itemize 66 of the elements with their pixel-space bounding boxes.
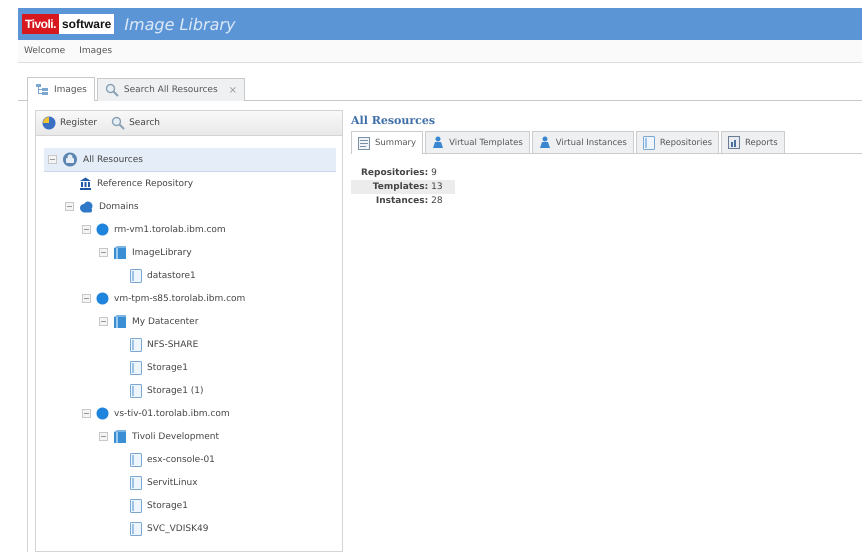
search-icon <box>104 83 119 97</box>
field-label: Instances: <box>374 195 430 208</box>
tab[interactable]: Search All Resources × <box>96 78 246 101</box>
collapse-toggle[interactable] <box>99 317 108 326</box>
toolbar-button[interactable]: Search <box>111 116 160 130</box>
tree-item[interactable]: ImageLibrary <box>95 241 336 264</box>
tree-item[interactable]: rm-vm1.torolab.ibm.com <box>78 218 336 241</box>
tree-item[interactable]: SVC_VDISK49 <box>112 517 336 540</box>
storage-icon <box>130 360 142 374</box>
cube-icon <box>113 246 127 260</box>
storage-icon <box>130 452 142 466</box>
tree-item[interactable]: My Datacenter <box>95 310 336 333</box>
tree-item[interactable]: esx-console-01 <box>112 448 336 471</box>
field-value: 28 <box>431 195 444 208</box>
tree-item[interactable]: Tivoli Development <box>95 425 336 448</box>
tree-item[interactable]: Reference Repository <box>61 172 336 195</box>
storage-icon <box>130 338 142 352</box>
tree-item[interactable]: NFS-SHARE <box>112 333 336 356</box>
tree-item[interactable]: ServitLinux <box>112 471 336 494</box>
collapse-toggle[interactable] <box>82 294 91 303</box>
tab[interactable]: Repositories <box>636 131 720 153</box>
field-label: Repositories: <box>360 167 430 180</box>
tree-item[interactable]: Storage1 (1) <box>112 379 336 402</box>
tab[interactable]: Images <box>27 77 95 101</box>
storage-icon <box>130 268 142 282</box>
tab[interactable]: Reports <box>721 131 785 153</box>
collapse-toggle[interactable] <box>65 202 74 211</box>
tab[interactable]: Virtual Templates <box>425 131 530 153</box>
tab[interactable]: Virtual Instances <box>532 131 634 153</box>
tree-item[interactable]: All Resources <box>44 148 336 172</box>
search-icon <box>111 116 126 130</box>
tree-item[interactable]: Storage1 <box>112 494 336 517</box>
storage-icon <box>130 522 142 536</box>
storage-icon <box>642 136 655 150</box>
field-label: Templates: <box>351 180 432 194</box>
brand-logo-text: software <box>58 14 114 34</box>
tree-item[interactable]: vs-tiv-01.torolab.ibm.com <box>78 402 336 425</box>
collapse-toggle[interactable] <box>82 409 91 418</box>
cube-icon <box>113 430 127 444</box>
panel-title: All Resources <box>351 114 436 127</box>
storage-icon <box>130 498 142 512</box>
collapse-toggle[interactable] <box>99 432 108 441</box>
tree-item[interactable]: datastore1 <box>112 264 336 287</box>
tab[interactable]: Summary <box>351 131 424 154</box>
collapse-toggle[interactable] <box>99 248 108 257</box>
storage-icon <box>130 476 142 490</box>
app-title: Image Library <box>124 14 236 34</box>
chart-icon <box>728 136 740 149</box>
collapse-toggle[interactable] <box>48 155 57 164</box>
brand-logo-text: Tivoli. <box>22 14 59 34</box>
storage-icon <box>130 384 142 398</box>
document-icon <box>358 136 370 150</box>
tree-item[interactable]: Domains <box>61 195 336 218</box>
tree-item[interactable]: Storage1 <box>112 356 336 379</box>
nav-link[interactable]: Images <box>79 46 112 56</box>
cube-icon <box>113 314 127 328</box>
tree-icon <box>35 83 49 96</box>
field-value: 13 <box>431 180 455 194</box>
nav-link[interactable]: Welcome <box>24 46 66 56</box>
person-icon <box>538 136 551 149</box>
collapse-toggle[interactable] <box>82 225 91 234</box>
toolbar-button[interactable]: Register <box>42 116 98 130</box>
tree-item[interactable]: vm-tpm-s85.torolab.ibm.com <box>78 287 336 310</box>
person-icon <box>432 136 444 149</box>
building-icon <box>79 177 92 190</box>
field-value: 9 <box>431 167 438 180</box>
